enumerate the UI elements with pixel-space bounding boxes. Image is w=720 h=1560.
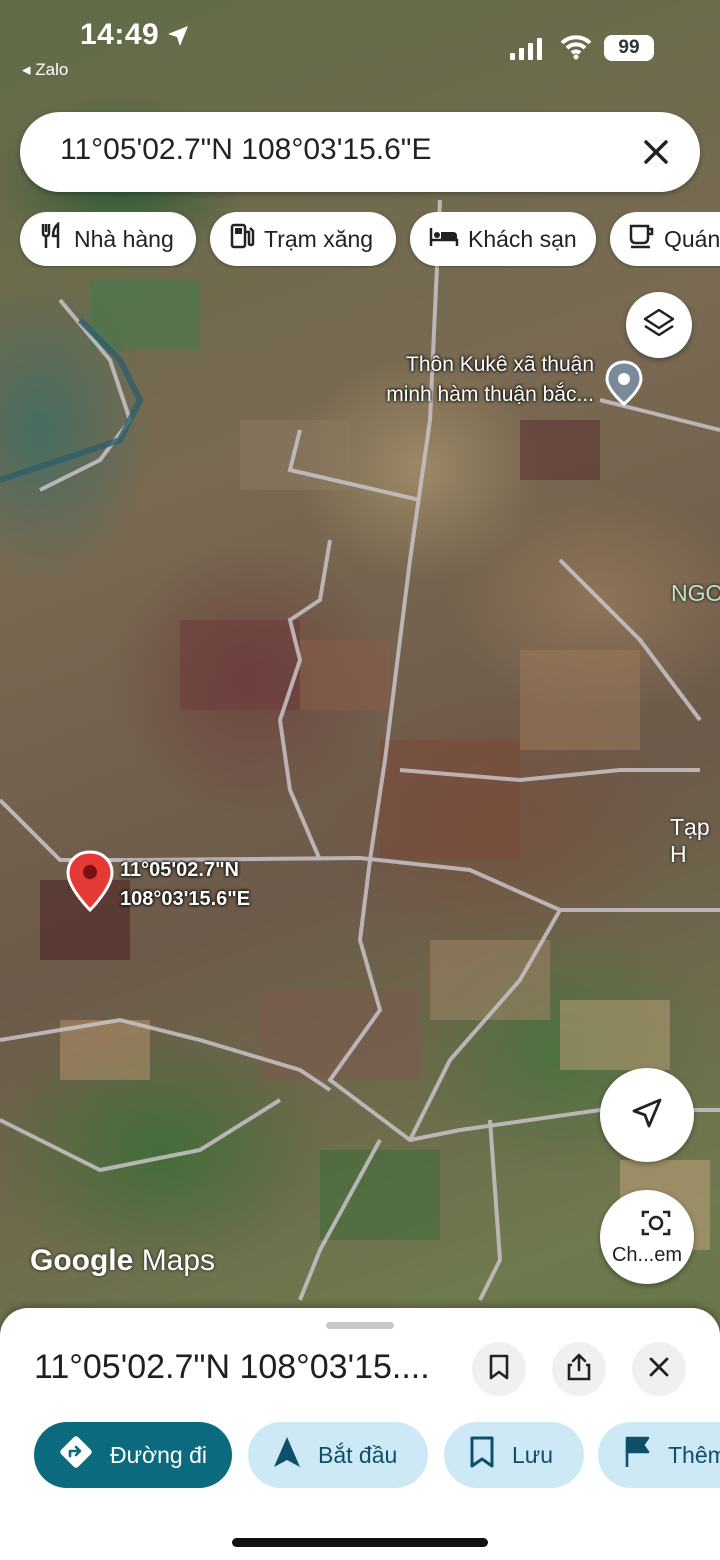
status-time: 14:49 [80, 18, 160, 51]
close-sheet-button[interactable] [632, 1342, 686, 1396]
drag-handle[interactable] [326, 1322, 394, 1329]
sheet-title: 11°05'02.7"N 108°03'15.... [34, 1348, 430, 1386]
share-icon [566, 1352, 592, 1387]
layers-button[interactable] [626, 292, 692, 358]
chip-restaurants[interactable]: Nhà hàng [20, 212, 196, 266]
chip-label: Trạm xăng [264, 225, 374, 252]
back-to-app-link[interactable]: ◂ Zalo [22, 60, 68, 80]
place-marker-icon[interactable] [604, 360, 644, 411]
camera-lens-icon [640, 1208, 672, 1243]
lens-button[interactable]: Ch...em [600, 1190, 694, 1284]
pin-longitude: 108°03'15.6"E [120, 888, 251, 910]
search-query[interactable]: 11°05'02.7"N 108°03'15.6"E [60, 133, 431, 167]
directions-button[interactable]: Đường đi [34, 1422, 232, 1488]
action-label: Thêm [668, 1441, 720, 1468]
my-location-button[interactable] [600, 1068, 694, 1162]
chip-cafes[interactable]: Quán [610, 212, 720, 266]
close-icon[interactable] [636, 132, 676, 172]
chip-label: Quán [664, 225, 720, 252]
lens-button-label: Ch...em [611, 1244, 683, 1266]
gas-station-icon [228, 222, 264, 256]
close-icon [646, 1354, 672, 1385]
place-label-line1: Thôn Kukê xã thuận [406, 353, 594, 376]
wifi-icon [560, 34, 592, 65]
chip-gas-stations[interactable]: Trạm xăng [210, 212, 396, 266]
navigation-arrow-icon [630, 1096, 664, 1135]
search-bar[interactable]: 11°05'02.7"N 108°03'15.6"E [20, 112, 700, 192]
area-label: Tạp H [670, 814, 710, 867]
home-indicator[interactable] [232, 1538, 488, 1547]
more-button[interactable]: Thêm [598, 1422, 720, 1488]
bookmark-icon [468, 1435, 512, 1475]
place-label[interactable]: Thôn Kukê xã thuận minh hàm thuận bắc... [362, 350, 594, 410]
action-label: Bắt đầu [318, 1441, 398, 1468]
action-label: Đường đi [110, 1441, 207, 1468]
google-maps-logo: Google Maps [30, 1244, 216, 1277]
chip-label: Nhà hàng [74, 225, 174, 252]
restaurant-icon [38, 221, 74, 256]
dropped-pin-icon[interactable] [66, 850, 114, 917]
save-button[interactable]: Lưu [444, 1422, 584, 1488]
bookmark-icon [487, 1353, 511, 1386]
directions-icon [58, 1434, 110, 1476]
hotel-icon [428, 222, 468, 256]
status-bar: 14:49 ◂ Zalo 99 [0, 0, 720, 90]
location-arrow-icon [166, 24, 190, 53]
layers-icon [642, 306, 676, 345]
flag-icon [622, 1435, 668, 1475]
pin-coordinates: 11°05'02.7"N 108°03'15.6"E [120, 856, 250, 914]
share-button[interactable] [552, 1342, 606, 1396]
chip-label: Khách sạn [468, 225, 577, 252]
pin-latitude: 11°05'02.7"N [120, 859, 239, 881]
area-label: NGO [671, 580, 720, 606]
save-bookmark-button[interactable] [472, 1342, 526, 1396]
action-buttons: Đường đi Bắt đầu Lưu Thêm [0, 1422, 720, 1492]
coffee-icon [628, 222, 664, 256]
action-label: Lưu [512, 1441, 553, 1468]
start-navigation-button[interactable]: Bắt đầu [248, 1422, 428, 1488]
navigation-arrow-icon [272, 1435, 318, 1475]
signal-bars-icon [510, 38, 542, 65]
chip-hotels[interactable]: Khách sạn [410, 212, 596, 266]
category-chips: Nhà hàng Trạm xăng Khách sạn Quán [0, 212, 720, 268]
place-bottom-sheet: 11°05'02.7"N 108°03'15.... Đường đi Bắt … [0, 1308, 720, 1560]
place-label-line2: minh hàm thuận bắc... [386, 383, 594, 406]
battery-icon: 99 [604, 35, 654, 61]
